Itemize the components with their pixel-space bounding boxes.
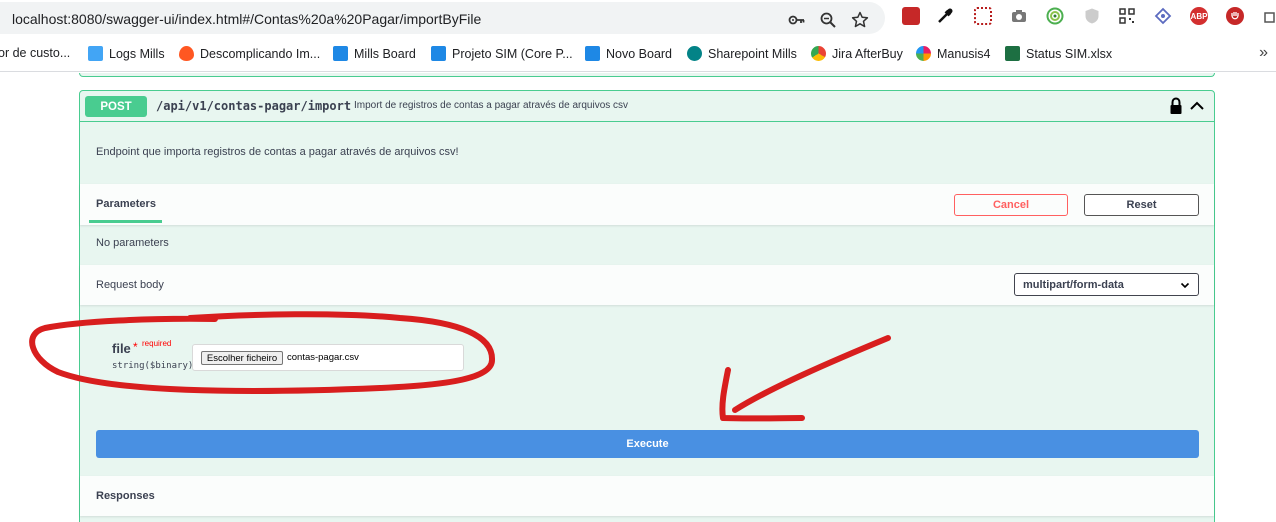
address-bar-row: localhost:8080/swagger-ui/index.html#/Co… bbox=[0, 0, 1276, 36]
camera-icon[interactable] bbox=[1010, 7, 1028, 25]
omnibox[interactable]: localhost:8080/swagger-ui/index.html#/Co… bbox=[0, 2, 885, 34]
parameters-header: Parameters Cancel Reset bbox=[80, 184, 1214, 225]
required-star: * bbox=[133, 340, 138, 354]
content-type-value: multipart/form-data bbox=[1023, 279, 1124, 291]
endpoint-summary: Import de registros de contas a pagar at… bbox=[354, 100, 629, 111]
bookmark-label: Jira AfterBuy bbox=[832, 46, 903, 61]
opblock-post: POST /api/v1/contas-pagar/import Import … bbox=[79, 90, 1215, 522]
lock-icon[interactable] bbox=[1169, 97, 1183, 115]
chrome-icon bbox=[811, 46, 826, 61]
tab-parameters[interactable]: Parameters bbox=[96, 198, 156, 210]
bookmark-item[interactable]: Jira AfterBuy bbox=[811, 46, 903, 61]
bookmark-item[interactable]: Sharepoint Mills bbox=[687, 46, 797, 61]
tab-active-indicator bbox=[89, 220, 162, 223]
swagger-page: POST /api/v1/contas-pagar/import Import … bbox=[0, 73, 1276, 522]
bookmark-item[interactable]: Projeto SIM (Core P... bbox=[431, 46, 573, 61]
execute-button[interactable]: Execute bbox=[96, 430, 1199, 458]
required-label: required bbox=[142, 339, 172, 348]
bookmark-item[interactable]: or de custo... bbox=[0, 46, 70, 60]
qr-code-icon[interactable] bbox=[1118, 7, 1136, 25]
azure-devops-icon bbox=[333, 46, 348, 61]
manusis-icon bbox=[916, 46, 931, 61]
bookmark-item[interactable]: Novo Board bbox=[585, 46, 672, 61]
bookmark-label: Novo Board bbox=[606, 46, 673, 61]
flame-icon bbox=[179, 46, 194, 61]
bookmark-label: or de custo... bbox=[0, 46, 71, 60]
shield-extension-icon[interactable] bbox=[1083, 7, 1101, 25]
param-type: string($binary) bbox=[112, 361, 194, 371]
bookmark-item[interactable]: Descomplicando Im... bbox=[179, 46, 320, 61]
bookmarks-bar: or de custo... Logs Mills Descomplicando… bbox=[0, 36, 1276, 72]
responses-header: Responses bbox=[80, 476, 1214, 516]
cancel-button[interactable]: Cancel bbox=[954, 194, 1068, 216]
bookmark-label: Projeto SIM (Core P... bbox=[452, 46, 573, 61]
extension-overflow-icon[interactable] bbox=[1262, 7, 1276, 25]
azure-devops-icon bbox=[431, 46, 446, 61]
bookmark-star-icon[interactable] bbox=[850, 10, 870, 30]
endpoint-path: /api/v1/contas-pagar/import bbox=[156, 99, 352, 113]
bookmarks-overflow-icon[interactable]: » bbox=[1259, 44, 1268, 62]
request-body-header: Request body multipart/form-data bbox=[80, 265, 1214, 305]
bookmark-label: Logs Mills bbox=[109, 46, 165, 61]
bookmark-label: Descomplicando Im... bbox=[200, 46, 321, 61]
content-type-select[interactable]: multipart/form-data bbox=[1014, 273, 1199, 296]
diamond-extension-icon[interactable] bbox=[1154, 7, 1172, 25]
target-extension-icon[interactable] bbox=[1046, 7, 1064, 25]
bookmark-item[interactable]: Mills Board bbox=[333, 46, 416, 61]
request-body-label: Request body bbox=[96, 279, 164, 291]
operation-description: Endpoint que importa registros de contas… bbox=[96, 146, 459, 158]
bookmark-label: Status SIM.xlsx bbox=[1026, 46, 1113, 61]
extension-book-icon[interactable] bbox=[902, 7, 920, 25]
bookmark-item[interactable]: Manusis4 bbox=[916, 46, 991, 61]
chevron-up-icon[interactable] bbox=[1189, 98, 1205, 114]
browser-window: localhost:8080/swagger-ui/index.html#/Co… bbox=[0, 0, 1276, 522]
adblock-plus-icon[interactable]: ABP bbox=[1190, 7, 1208, 25]
password-key-icon[interactable] bbox=[787, 10, 807, 30]
bookmark-label: Manusis4 bbox=[937, 46, 991, 61]
qr-pattern-icon[interactable] bbox=[974, 7, 992, 25]
azure-devops-icon bbox=[585, 46, 600, 61]
opblock-summary[interactable]: POST /api/v1/contas-pagar/import Import … bbox=[80, 91, 1214, 122]
reset-button[interactable]: Reset bbox=[1084, 194, 1199, 216]
bookmark-item[interactable]: Logs Mills bbox=[88, 46, 165, 61]
method-badge: POST bbox=[85, 96, 147, 117]
excel-icon bbox=[1005, 46, 1020, 61]
bookmark-label: Mills Board bbox=[354, 46, 416, 61]
param-name: file bbox=[112, 341, 131, 356]
chosen-file-name: contas-pagar.csv bbox=[287, 352, 359, 363]
chevron-down-icon bbox=[1180, 282, 1190, 289]
bookmark-item[interactable]: Status SIM.xlsx bbox=[1005, 46, 1112, 61]
eyedropper-icon[interactable] bbox=[936, 7, 954, 25]
choose-file-button[interactable]: Escolher ficheiro bbox=[201, 351, 283, 365]
responses-label: Responses bbox=[96, 490, 155, 502]
previous-opblock bbox=[79, 73, 1215, 77]
url-text[interactable]: localhost:8080/swagger-ui/index.html#/Co… bbox=[12, 11, 481, 27]
no-parameters-text: No parameters bbox=[96, 237, 169, 249]
zoom-icon[interactable] bbox=[818, 10, 838, 30]
file-input[interactable]: Escolher ficheiro contas-pagar.csv bbox=[192, 344, 464, 371]
puzzle-icon bbox=[88, 46, 103, 61]
stop-hand-icon[interactable] bbox=[1226, 7, 1244, 25]
sharepoint-icon bbox=[687, 46, 702, 61]
bookmark-label: Sharepoint Mills bbox=[708, 46, 797, 61]
